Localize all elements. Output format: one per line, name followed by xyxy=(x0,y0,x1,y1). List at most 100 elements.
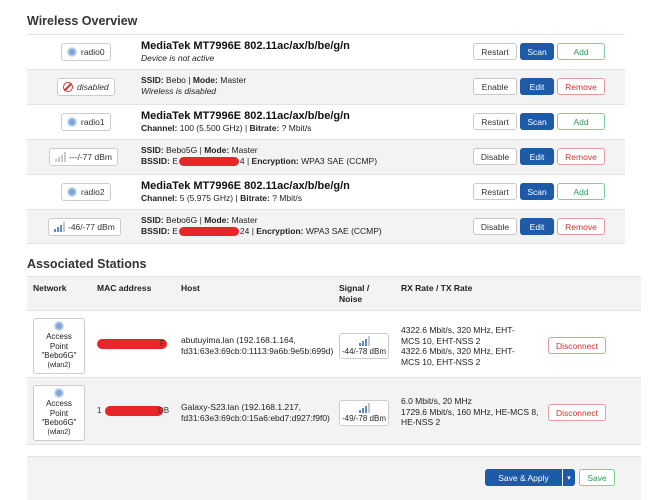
access-point-badge: Access Point "Bebo6G" (wlan2) xyxy=(33,385,85,441)
enable-button[interactable]: Enable xyxy=(473,78,517,95)
rate-line: MCS 10, EHT-NSS 2 xyxy=(401,356,481,367)
radio1-description: MediaTek MT7996E 802.11ac/ax/b/be/g/n Ch… xyxy=(141,110,350,133)
bitrate-label: Bitrate: xyxy=(249,123,280,133)
ap-interface: (wlan2) xyxy=(47,361,71,369)
radio1-badge: radio1 xyxy=(61,113,111,131)
ap-line: Point xyxy=(49,408,69,418)
channel-value: 5 (5.975 GHz) xyxy=(179,193,234,203)
scan-button[interactable]: Scan xyxy=(520,113,554,130)
scan-button[interactable]: Scan xyxy=(520,43,554,60)
chevron-down-icon[interactable]: ▾ xyxy=(563,469,575,486)
add-button[interactable]: Add xyxy=(557,183,605,200)
wireless-overview-table: radio0 MediaTek MT7996E 802.11ac/ax/b/be… xyxy=(27,34,625,244)
encryption-label: Encryption: xyxy=(256,226,304,236)
disabled-badge: disabled xyxy=(57,78,115,96)
radio1-row: radio1 MediaTek MT7996E 802.11ac/ax/b/be… xyxy=(27,104,625,139)
table-row: Access Point "Bebo6G" (wlan2) 1 DB Galax… xyxy=(27,378,641,445)
ssid-label: SSID: xyxy=(141,145,164,155)
radio-icon xyxy=(67,117,77,127)
rate-line: 1729.6 Mbit/s, 160 MHz, HE-MCS 8, xyxy=(401,406,539,417)
host-cell: Galaxy-S23.lan (192.168.1.217, fd31:63e3… xyxy=(181,402,330,424)
host-line: fd31:63e3:69cb:0:1113:9a6b:9e5b:699d) xyxy=(181,346,334,356)
rate-line: 4322.6 Mbit/s, 320 MHz, EHT- xyxy=(401,325,515,335)
badge-label: ---/-77 dBm xyxy=(69,152,112,162)
ap-interface: (wlan2) xyxy=(47,428,71,436)
mode-value: Master xyxy=(231,145,258,155)
bssid-value-start: E xyxy=(172,226,178,236)
edit-button[interactable]: Edit xyxy=(520,78,554,95)
bssid-label: BSSID: xyxy=(141,156,170,166)
ap-ssid: "Bebo6G" xyxy=(41,418,77,427)
host-line: Galaxy-S23.lan (192.168.1.217, xyxy=(181,402,302,412)
wireless-overview-title: Wireless Overview xyxy=(27,14,138,28)
disconnect-button[interactable]: Disconnect xyxy=(548,337,606,354)
restart-button[interactable]: Restart xyxy=(473,183,517,200)
scan-button[interactable]: Scan xyxy=(520,183,554,200)
restart-button[interactable]: Restart xyxy=(473,43,517,60)
signal-badge: ---/-77 dBm xyxy=(49,148,118,166)
mode-label: Mode: xyxy=(204,145,230,155)
access-point-icon xyxy=(54,321,64,331)
bitrate-label: Bitrate: xyxy=(240,193,270,203)
radio2-badge: radio2 xyxy=(61,183,111,201)
redaction-mark xyxy=(178,157,239,167)
rate-line: 4322.6 Mbit/s, 320 MHz, EHT- xyxy=(401,346,515,356)
disable-button[interactable]: Disable xyxy=(473,218,517,235)
edit-button[interactable]: Edit xyxy=(520,218,554,235)
badge-label: radio1 xyxy=(81,117,105,127)
device-title: MediaTek MT7996E 802.11ac/ax/b/be/g/n xyxy=(141,180,350,192)
radio-icon xyxy=(67,187,77,197)
badge-label: -46/-77 dBm xyxy=(68,222,115,232)
redaction-mark xyxy=(178,227,239,237)
rate-cell: 4322.6 Mbit/s, 320 MHz, EHT- MCS 10, EHT… xyxy=(401,325,541,367)
wifi-bebo5g-row: ---/-77 dBm SSID: Bebo5G | Mode: Master … xyxy=(27,139,625,174)
save-apply-button[interactable]: Save & Apply xyxy=(485,469,562,486)
mac-address-head: 1 xyxy=(97,406,102,415)
wifi-bebo-row: disabled SSID: Bebo | Mode: Master Wirel… xyxy=(27,69,625,104)
bssid-label: BSSID: xyxy=(141,226,170,236)
radio2-description: MediaTek MT7996E 802.11ac/ax/b/be/g/n Ch… xyxy=(141,180,350,203)
mode-value: Master xyxy=(231,215,258,225)
signal-icon xyxy=(359,336,370,346)
page-actions: Save & Apply ▾ Save xyxy=(27,456,641,500)
col-noise: Noise xyxy=(339,294,363,304)
signal-value: -44/-78 dBm xyxy=(341,347,387,356)
rate-line: HE-NSS 2 xyxy=(401,417,441,427)
bitrate-value: ? Mbit/s xyxy=(272,193,302,203)
restart-button[interactable]: Restart xyxy=(473,113,517,130)
channel-label: Channel: xyxy=(141,193,178,203)
disable-button[interactable]: Disable xyxy=(473,148,517,165)
col-signal-noise: Signal / Noise xyxy=(339,283,369,305)
disabled-icon xyxy=(63,82,73,92)
redaction-mark xyxy=(105,406,163,416)
radio0-badge: radio0 xyxy=(61,43,111,61)
redaction-mark xyxy=(97,339,167,349)
save-button[interactable]: Save xyxy=(579,469,615,486)
device-title: MediaTek MT7996E 802.11ac/ax/b/be/g/n xyxy=(141,110,350,122)
remove-button[interactable]: Remove xyxy=(557,148,605,165)
signal-badge: -49/-78 dBm xyxy=(339,400,389,426)
mode-label: Mode: xyxy=(204,215,230,225)
device-title: MediaTek MT7996E 802.11ac/ax/b/be/g/n xyxy=(141,40,350,52)
encryption-value: WPA3 SAE (CCMP) xyxy=(301,156,378,166)
remove-button[interactable]: Remove xyxy=(557,78,605,95)
rate-cell: 6.0 Mbit/s, 20 MHz 1729.6 Mbit/s, 160 MH… xyxy=(401,396,541,428)
ssid-label: SSID: xyxy=(141,215,164,225)
rate-line: 6.0 Mbit/s, 20 MHz xyxy=(401,396,472,406)
remove-button[interactable]: Remove xyxy=(557,218,605,235)
host-line: fd31:63e3:69cb:0:15a6:ebd7:d927:f9f0) xyxy=(181,413,330,423)
disconnect-button[interactable]: Disconnect xyxy=(548,404,606,421)
add-button[interactable]: Add xyxy=(557,113,605,130)
signal-icon xyxy=(54,222,65,232)
wifi-status: Wireless is disabled xyxy=(141,86,217,96)
edit-button[interactable]: Edit xyxy=(520,148,554,165)
badge-label: radio2 xyxy=(81,187,105,197)
ap-line: Access xyxy=(46,399,72,408)
associated-stations-table: Network MAC address Host Signal / Noise … xyxy=(27,276,641,445)
col-signal: Signal / xyxy=(339,283,370,293)
radio0-description: MediaTek MT7996E 802.11ac/ax/b/be/g/n De… xyxy=(141,40,350,64)
col-rate: RX Rate / TX Rate xyxy=(401,283,473,293)
add-button[interactable]: Add xyxy=(557,43,605,60)
signal-icon xyxy=(55,152,66,162)
wifi-bebo-description: SSID: Bebo | Mode: Master Wireless is di… xyxy=(141,75,247,96)
